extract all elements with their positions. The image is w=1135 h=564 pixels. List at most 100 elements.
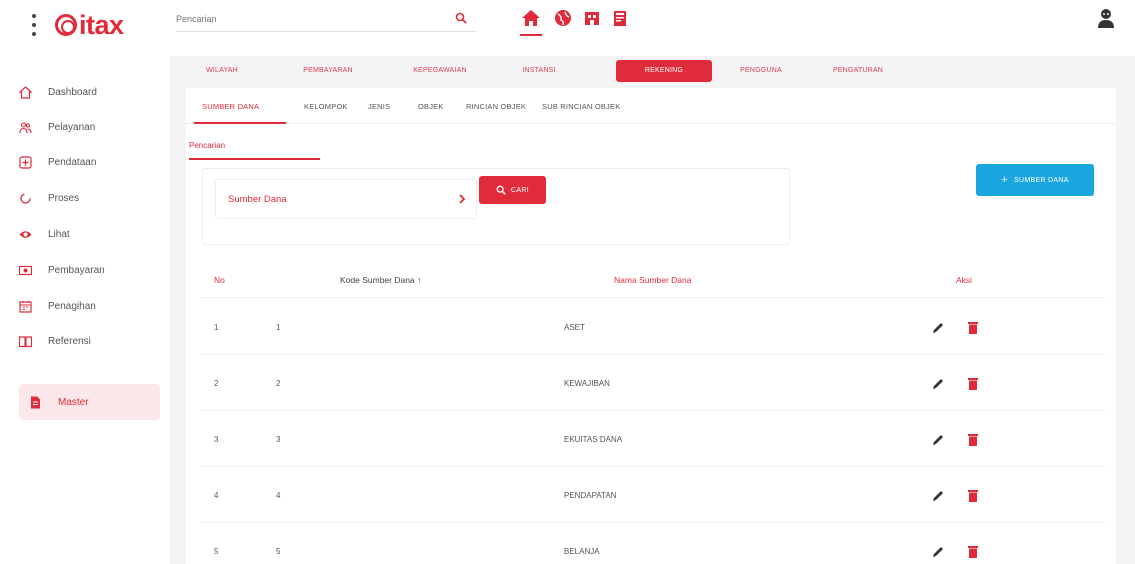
- table-row: 3 3 EKUITAS DANA: [200, 411, 1106, 467]
- edit-icon[interactable]: [932, 378, 944, 390]
- subtab-jenis[interactable]: JENIS: [368, 102, 390, 111]
- header-aksi: Aksi: [956, 275, 973, 285]
- cell-no: 2: [214, 379, 219, 388]
- subtab-rincian-objek[interactable]: RINCIAN OBJEK: [466, 102, 526, 111]
- plus-icon: +: [1001, 174, 1009, 186]
- user-avatar-icon[interactable]: [1094, 6, 1118, 30]
- sidebar-item-proses[interactable]: Proses: [19, 180, 160, 216]
- sidebar-item-pendataan[interactable]: Pendataan: [19, 144, 160, 180]
- tab-instansi[interactable]: INSTANSI: [517, 60, 561, 82]
- delete-icon[interactable]: [968, 489, 978, 502]
- tab-wilayah[interactable]: WILAYAH: [197, 60, 247, 82]
- content-card: SUMBER DANA KELOMPOK JENIS OBJEK RINCIAN…: [186, 88, 1116, 564]
- cell-nama: ASET: [564, 323, 585, 332]
- tab-pengaturan[interactable]: PENGATURAN: [826, 60, 890, 82]
- tab-pengguna[interactable]: PENGGUNA: [735, 60, 787, 82]
- sidebar-item-dashboard[interactable]: Dashboard: [19, 74, 160, 110]
- sidebar-item-label: Pendataan: [48, 156, 97, 168]
- search-icon[interactable]: [455, 12, 467, 24]
- app-logo[interactable]: itax: [55, 10, 124, 40]
- file-icon: [31, 396, 40, 409]
- building-icon[interactable]: [581, 6, 603, 30]
- cell-kode: 5: [276, 547, 281, 556]
- cell-nama: BELANJA: [564, 547, 600, 556]
- delete-icon[interactable]: [968, 433, 978, 446]
- add-sumber-dana-button[interactable]: + SUMBER DANA: [976, 164, 1094, 196]
- sort-arrow-icon: ↑: [417, 275, 422, 285]
- sidebar-item-label: Lihat: [48, 228, 70, 240]
- cell-no: 1: [214, 323, 219, 332]
- cell-kode: 3: [276, 435, 281, 444]
- tab-pembayaran[interactable]: PEMBAYARAN: [296, 60, 360, 82]
- edit-icon[interactable]: [932, 322, 944, 334]
- menu-kebab-icon[interactable]: [31, 14, 37, 36]
- edit-icon[interactable]: [932, 546, 944, 558]
- edit-icon[interactable]: [932, 490, 944, 502]
- search-bar: [176, 4, 476, 32]
- sidebar-item-label: Penagihan: [48, 300, 96, 312]
- globe-icon[interactable]: [552, 6, 574, 30]
- sidebar-item-pembayaran[interactable]: Pembayaran: [19, 252, 160, 288]
- add-button-label: SUMBER DANA: [1014, 176, 1069, 184]
- table-header: No Kode Sumber Dana ↑ Nama Sumber Dana A…: [200, 262, 1106, 298]
- tab-kepegawaian[interactable]: KEPEGAWAIAN: [406, 60, 474, 82]
- sidebar-item-lihat[interactable]: Lihat: [19, 216, 160, 252]
- calendar-icon: [19, 301, 32, 313]
- home-icon[interactable]: [520, 6, 542, 36]
- header-nama[interactable]: Nama Sumber Dana: [614, 275, 691, 285]
- document-icon[interactable]: [609, 6, 631, 30]
- subtab-sumber-dana[interactable]: SUMBER DANA: [202, 102, 259, 111]
- cell-no: 3: [214, 435, 219, 444]
- chevron-right-icon: [459, 194, 466, 204]
- delete-icon[interactable]: [968, 545, 978, 558]
- top-tabs: WILAYAH PEMBAYARAN KEPEGAWAIAN INSTANSI …: [186, 56, 1116, 86]
- tab-rekening[interactable]: REKENING: [616, 60, 712, 82]
- subtabs: SUMBER DANA KELOMPOK JENIS OBJEK RINCIAN…: [186, 88, 1116, 124]
- subtab-sub-rincian-objek[interactable]: SUB RINCIAN OBJEK: [542, 102, 620, 111]
- loading-icon: [20, 193, 31, 204]
- sidebar-item-referensi[interactable]: Referensi: [19, 323, 160, 359]
- cell-nama: KEWAJIBAN: [564, 379, 610, 388]
- sidebar-item-label: Proses: [48, 192, 80, 204]
- sidebar-item-penagihan[interactable]: Penagihan: [19, 288, 160, 324]
- sidebar-item-label: Pelayanan: [48, 121, 96, 133]
- header-no[interactable]: No: [214, 275, 225, 285]
- cell-no: 5: [214, 547, 219, 556]
- cari-button[interactable]: CARI: [479, 176, 546, 204]
- sumber-dana-select[interactable]: Sumber Dana: [215, 179, 477, 219]
- subtab-kelompok[interactable]: KELOMPOK: [304, 102, 348, 111]
- sidebar-item-label: Referensi: [48, 335, 91, 347]
- delete-icon[interactable]: [968, 377, 978, 390]
- cell-nama: EKUITAS DANA: [564, 435, 623, 444]
- select-label: Sumber Dana: [228, 194, 287, 205]
- delete-icon[interactable]: [968, 321, 978, 334]
- search-section-underline: [189, 158, 320, 160]
- cari-label: CARI: [511, 186, 529, 194]
- sidebar-item-master[interactable]: Master: [19, 384, 160, 420]
- cell-no: 4: [214, 491, 219, 500]
- cell-kode: 2: [276, 379, 281, 388]
- table-row: 1 1 ASET: [200, 299, 1106, 355]
- money-icon: [19, 265, 32, 276]
- sidebar-item-label: Dashboard: [48, 86, 97, 98]
- logo-text: itax: [79, 9, 124, 40]
- table-row: 5 5 BELANJA: [200, 523, 1106, 564]
- header-kode-label: Kode Sumber Dana: [340, 275, 415, 285]
- search-input[interactable]: [176, 10, 436, 28]
- main-content: WILAYAH PEMBAYARAN KEPEGAWAIAN INSTANSI …: [186, 56, 1116, 564]
- subtab-objek[interactable]: OBJEK: [418, 102, 444, 111]
- book-icon: [19, 336, 32, 348]
- active-subtab-indicator: [194, 122, 286, 124]
- sidebar-item-pelayanan[interactable]: Pelayanan: [19, 109, 160, 145]
- cell-kode: 4: [276, 491, 281, 500]
- header-kode[interactable]: Kode Sumber Dana ↑: [340, 275, 421, 285]
- eye-icon: [19, 231, 32, 238]
- plus-box-icon: [19, 156, 32, 169]
- table-row: 4 4 PENDAPATAN: [200, 467, 1106, 523]
- edit-icon[interactable]: [932, 434, 944, 446]
- sidebar: Dashboard Pelayanan Pendataan Proses Lih…: [0, 56, 170, 564]
- home-icon: [19, 86, 32, 99]
- table-row: 2 2 KEWAJIBAN: [200, 355, 1106, 411]
- search-section-label: Pencarian: [189, 141, 226, 150]
- top-bar: itax: [0, 0, 1135, 56]
